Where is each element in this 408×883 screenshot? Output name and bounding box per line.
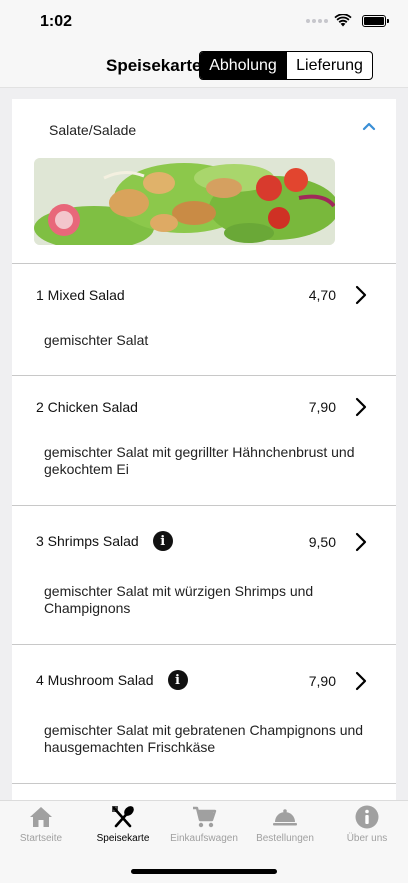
menu-item[interactable]: 2 Chicken Salad 7,90 gemischter Salat mi… bbox=[12, 376, 396, 506]
segment-abholung[interactable]: Abholung bbox=[200, 52, 286, 79]
status-bar: 1:02 bbox=[0, 0, 408, 44]
menu-item[interactable]: 3 Shrimps Salad i 9,50 gemischter Salat … bbox=[12, 506, 396, 645]
segment-lieferung[interactable]: Lieferung bbox=[286, 52, 372, 79]
chevron-right-icon[interactable] bbox=[354, 397, 368, 417]
tab-einkaufswagen[interactable]: Einkaufswagen bbox=[163, 805, 245, 844]
tab-ueber-uns[interactable]: Über uns bbox=[326, 805, 408, 844]
section-title: Salate/Salade bbox=[49, 122, 137, 138]
item-price: 4,70 bbox=[308, 287, 336, 303]
item-name-label: 2 Chicken Salad bbox=[36, 399, 138, 415]
cutlery-icon bbox=[112, 806, 134, 828]
wifi-icon bbox=[334, 14, 352, 27]
tab-startseite[interactable]: Startseite bbox=[0, 805, 82, 844]
item-description: gemischter Salat mit gebratenen Champign… bbox=[44, 722, 364, 755]
page-title: Speisekarte bbox=[106, 56, 202, 75]
item-description: gemischter Salat mit gegrillter Hähnchen… bbox=[44, 444, 355, 477]
item-name: 3 Shrimps Salad i bbox=[36, 531, 173, 551]
menu-item[interactable]: 4 Mushroom Salad i 7,90 gemischter Salat… bbox=[12, 645, 396, 784]
tab-bestellungen[interactable]: Bestellungen bbox=[244, 805, 326, 844]
status-time: 1:02 bbox=[40, 13, 73, 30]
item-description: gemischter Salat mit würzigen Shrimps un… bbox=[44, 583, 314, 616]
cloche-icon bbox=[273, 809, 297, 826]
chevron-up-icon[interactable] bbox=[362, 121, 376, 131]
item-name: 2 Chicken Salad bbox=[36, 399, 138, 415]
nav-bar: Speisekarte Abholung Lieferung bbox=[0, 44, 408, 88]
item-name: 1 Mixed Salad bbox=[36, 287, 125, 303]
item-price: 7,90 bbox=[308, 399, 336, 415]
info-icon[interactable]: i bbox=[152, 531, 173, 551]
item-name: 4 Mushroom Salad i bbox=[36, 670, 188, 690]
order-mode-segmented-control: Abholung Lieferung bbox=[199, 51, 373, 80]
info-icon[interactable]: i bbox=[167, 670, 188, 690]
salad-photo-icon bbox=[34, 158, 335, 245]
info-icon bbox=[355, 805, 379, 829]
section-header[interactable]: Salate/Salade bbox=[12, 99, 396, 264]
menu-item[interactable]: 1 Mixed Salad 4,70 gemischter Salat bbox=[12, 264, 396, 376]
item-name-label: 3 Shrimps Salad bbox=[36, 533, 139, 549]
item-name-label: 1 Mixed Salad bbox=[36, 287, 125, 303]
tab-label: Über uns bbox=[346, 833, 388, 844]
cellular-signal-icon bbox=[306, 18, 328, 23]
cart-icon bbox=[193, 806, 217, 828]
menu-list[interactable]: Salate/Salade 1 Mixed Salad 4,70 gemisch… bbox=[12, 99, 396, 800]
item-name-label: 4 Mushroom Salad bbox=[36, 672, 154, 688]
status-icons bbox=[306, 14, 389, 27]
section-image bbox=[34, 158, 335, 245]
item-price: 9,50 bbox=[308, 534, 336, 550]
battery-icon bbox=[362, 14, 389, 27]
tab-label: Speisekarte bbox=[96, 833, 150, 844]
tab-speisekarte[interactable]: Speisekarte bbox=[82, 805, 164, 844]
tab-label: Bestellungen bbox=[256, 833, 314, 844]
chevron-right-icon[interactable] bbox=[354, 532, 368, 552]
chevron-right-icon[interactable] bbox=[354, 285, 368, 305]
item-description: gemischter Salat bbox=[44, 332, 149, 348]
home-indicator bbox=[131, 869, 277, 874]
chevron-right-icon[interactable] bbox=[354, 671, 368, 691]
item-price: 7,90 bbox=[308, 673, 336, 689]
tab-label: Startseite bbox=[19, 833, 63, 844]
tab-label: Einkaufswagen bbox=[170, 833, 238, 844]
home-icon bbox=[30, 807, 52, 827]
